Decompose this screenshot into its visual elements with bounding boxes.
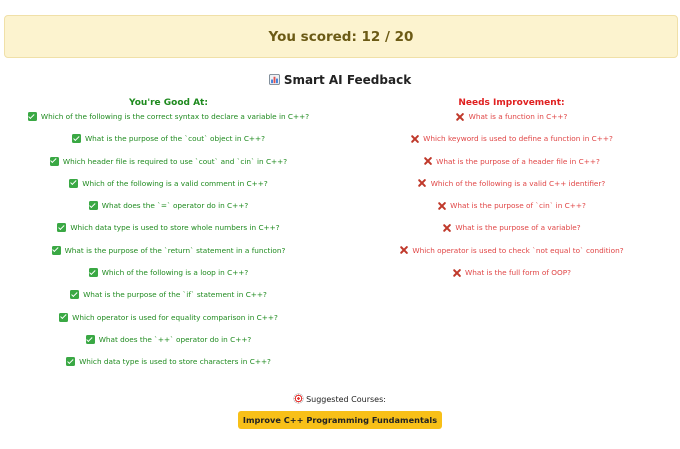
check-mark-icon (57, 223, 67, 233)
feedback-item: Which of the following is the correct sy… (0, 111, 337, 133)
suggested-courses-text: Suggested Courses: (306, 395, 386, 404)
feedback-item: What is a function in C++? (343, 111, 680, 133)
feedback-item-text: Which data type is used to store whole n… (70, 223, 280, 233)
course-button[interactable]: Improve C++ Programming Fundamentals (237, 411, 443, 429)
cross-mark-icon (442, 223, 451, 232)
feedback-item-text: Which of the following is a valid C++ id… (430, 178, 606, 188)
feedback-item-text: Which operator is used for equality comp… (72, 312, 278, 322)
check-mark-icon (69, 178, 79, 188)
check-mark-icon (49, 156, 59, 166)
feedback-item: What is the full form of OOP? (343, 267, 680, 289)
check-mark-icon (59, 312, 69, 322)
feedback-item: Which header file is required to use `co… (0, 156, 337, 178)
feedback-item-text: Which data type is used to store charact… (79, 357, 271, 367)
feedback-title-text: Smart AI Feedback (283, 73, 412, 87)
check-mark-icon (70, 290, 80, 300)
cross-mark-icon (452, 268, 461, 277)
improvements-column: Needs Improvement: What is a function in… (343, 98, 680, 289)
cross-mark-icon (410, 134, 419, 143)
suggested-courses-label: Suggested Courses: (0, 394, 680, 406)
feedback-item: What is the purpose of `cin` in C++? (343, 200, 680, 222)
strengths-heading: You're Good At: (129, 98, 208, 108)
check-mark-icon (66, 357, 76, 367)
feedback-item-text: What is the purpose of a header file in … (436, 156, 600, 166)
feedback-item: Which data type is used to store whole n… (0, 222, 337, 244)
cross-mark-icon (423, 157, 432, 166)
feedback-item: Which operator is used to check `not equ… (343, 245, 680, 267)
feedback-item-text: What is the purpose of the `if` statemen… (83, 290, 267, 300)
cross-mark-icon (399, 246, 408, 255)
strengths-column: You're Good At: Which of the following i… (0, 98, 337, 379)
feedback-item: What is the purpose of the `return` stat… (0, 245, 337, 267)
check-mark-icon (85, 334, 95, 344)
feedback-item-text: What is the purpose of a variable? (455, 223, 581, 233)
feedback-item: Which of the following is a valid C++ id… (343, 178, 680, 200)
feedback-item-text: What is the purpose of the `cout` object… (84, 134, 266, 144)
score-text: You scored: 12 / 20 (268, 28, 414, 45)
score-banner: You scored: 12 / 20 (4, 15, 678, 58)
feedback-item-text: Which keyword is used to define a functi… (423, 134, 613, 144)
feedback-item: What is the purpose of a header file in … (343, 156, 680, 178)
feedback-item-text: Which of the following is a loop in C++? (101, 268, 249, 278)
cross-mark-icon (418, 179, 427, 188)
feedback-item: What is the purpose of a variable? (343, 222, 680, 244)
feedback-item-text: Which of the following is a valid commen… (82, 178, 268, 188)
improvements-heading: Needs Improvement: (458, 98, 565, 108)
check-mark-icon (88, 268, 98, 278)
feedback-item-text: What is the full form of OOP? (465, 268, 571, 278)
feedback-item-text: What is a function in C++? (468, 112, 568, 121)
feedback-title: Smart AI Feedback (0, 73, 680, 87)
feedback-item-text: What does the `++` operator do in C++? (98, 334, 252, 344)
feedback-item: Which of the following is a valid commen… (0, 178, 337, 200)
cross-mark-icon (437, 201, 446, 210)
feedback-item-text: Which of the following is the correct sy… (40, 112, 310, 121)
feedback-item: Which operator is used for equality comp… (0, 312, 337, 334)
feedback-item: Which keyword is used to define a functi… (343, 133, 680, 155)
cross-mark-icon (456, 112, 465, 121)
feedback-item-text: What is the purpose of `cin` in C++? (450, 201, 586, 211)
check-mark-icon (88, 201, 98, 211)
feedback-item: What is the purpose of the `if` statemen… (0, 289, 337, 311)
feedback-item: What does the `++` operator do in C++? (0, 334, 337, 356)
improvements-list: What is a function in C++? Which keyword … (343, 111, 680, 289)
feedback-item: Which of the following is a loop in C++? (0, 267, 337, 289)
feedback-item: Which data type is used to store charact… (0, 356, 337, 378)
feedback-item-text: What is the purpose of the `return` stat… (64, 245, 286, 255)
suggested-courses: Suggested Courses: Improve C++ Programmi… (0, 394, 680, 429)
check-mark-icon (51, 245, 61, 255)
check-mark-icon (71, 134, 81, 144)
check-mark-icon (27, 112, 37, 121)
feedback-item-text: Which header file is required to use `co… (62, 156, 288, 166)
feedback-item-text: Which operator is used to check `not equ… (412, 245, 624, 255)
strengths-list: Which of the following is the correct sy… (0, 111, 337, 379)
feedback-item: What is the purpose of the `cout` object… (0, 133, 337, 155)
feedback-item-text: What does the `=` operator do in C++? (101, 201, 249, 211)
feedback-item: What does the `=` operator do in C++? (0, 200, 337, 222)
bar-chart-icon (268, 74, 280, 85)
target-icon (294, 394, 304, 403)
